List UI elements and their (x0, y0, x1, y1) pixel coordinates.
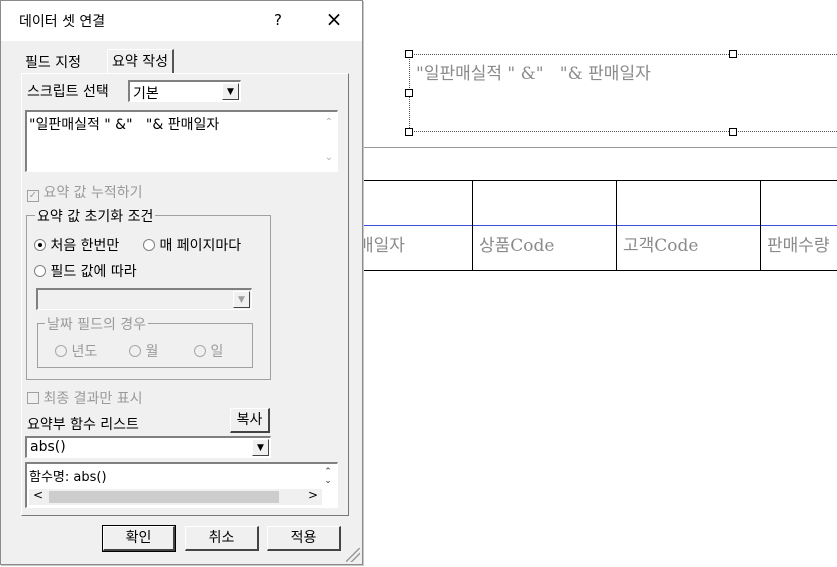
horizontal-scrollbar[interactable]: < > (29, 488, 322, 505)
radio-month-label: 월 (145, 344, 159, 360)
resize-handle-bottom-left[interactable] (405, 128, 413, 136)
script-select-value: 기본 (133, 86, 159, 102)
help-button[interactable]: ? (271, 11, 285, 29)
scrollbar-thumb[interactable] (49, 491, 279, 503)
dataset-link-dialog: 데이터 셋 연결 ? × 필드 지정 요약 작성 스크립트 선택 기본 ▼ "일… (0, 0, 363, 565)
chevron-down-icon[interactable]: ▼ (233, 291, 250, 308)
resize-grip-icon[interactable] (346, 548, 360, 562)
function-select[interactable]: abs() ▼ (25, 436, 271, 458)
scroll-left-icon[interactable]: < (33, 488, 43, 502)
reset-group-title: 요약 값 초기화 조건 (35, 206, 156, 226)
script-select-label: 스크립트 선택 (27, 84, 109, 100)
radio-disabled-icon (194, 345, 206, 357)
tab-summary[interactable]: 요약 작성 (107, 49, 174, 73)
apply-button[interactable]: 적용 (267, 526, 341, 551)
dialog-titlebar[interactable]: 데이터 셋 연결 ? × (1, 1, 362, 41)
function-list-label: 요약부 함수 리스트 (27, 417, 139, 433)
tab-label: 필드 지정 (25, 55, 81, 71)
radio-first-only-label: 처음 한번만 (50, 238, 120, 254)
radio-every-page[interactable]: 매 페이지마다 (143, 235, 241, 255)
scroll-up-icon[interactable]: ⌃ (323, 117, 335, 128)
date-group-title: 날짜 필드의 경우 (45, 314, 149, 334)
radio-every-page-label: 매 페이지마다 (159, 238, 242, 254)
dialog-title: 데이터 셋 연결 (19, 14, 106, 30)
checkbox-unchecked-icon (27, 392, 39, 404)
scroll-down-icon[interactable]: ⌄ (323, 152, 335, 163)
close-button[interactable]: × (323, 7, 345, 31)
script-select[interactable]: 기본 ▼ (128, 80, 241, 102)
resize-handle-top-left[interactable] (405, 50, 413, 58)
chevron-down-icon[interactable]: ▼ (222, 83, 239, 100)
checkbox-checked-icon: ✓ (27, 190, 39, 202)
function-select-value: abs() (30, 439, 66, 455)
header-cell[interactable]: 고객Code (616, 180, 760, 271)
header-cell[interactable]: 상품Code (472, 180, 616, 271)
header-band: 매일자 상품Code 고객Code 판매수량 (352, 180, 837, 271)
resize-handle-bottom-mid[interactable] (729, 128, 737, 136)
function-info-box[interactable]: 함수명: abs() ⌃ ⌄ < > (25, 462, 338, 508)
tab-label: 요약 작성 (112, 54, 168, 70)
radio-day-label: 일 (210, 344, 224, 360)
radio-year-label: 년도 (71, 344, 98, 360)
cancel-button[interactable]: 취소 (185, 526, 259, 551)
radio-unselected-icon (143, 239, 155, 251)
radio-month[interactable]: 월 (129, 341, 158, 361)
function-info-text: 함수명: abs() (29, 470, 107, 485)
header-cell-label: 고객Code (623, 236, 699, 256)
radio-first-only[interactable]: 처음 한번만 (34, 235, 119, 255)
chevron-down-icon[interactable]: ▼ (252, 439, 269, 456)
spin-icon[interactable]: ⌃ ⌄ (322, 468, 334, 486)
scroll-right-icon[interactable]: > (308, 488, 318, 502)
resize-handle-left-mid[interactable] (405, 89, 413, 97)
radio-day[interactable]: 일 (194, 341, 223, 361)
script-text: "일판매실적 " &" "& 판매일자 (29, 117, 220, 133)
header-cell[interactable]: 판매수량 (760, 180, 837, 271)
radio-year[interactable]: 년도 (55, 341, 97, 361)
band-divider (362, 147, 837, 148)
accumulate-checkbox-label: 요약 값 누적하기 (43, 185, 143, 201)
radio-disabled-icon (55, 345, 67, 357)
radio-by-field-label: 필드 값에 따라 (50, 264, 137, 280)
final-only-checkbox[interactable]: 최종 결과만 표시 (27, 388, 143, 408)
final-only-checkbox-label: 최종 결과만 표시 (43, 391, 143, 407)
radio-disabled-icon (129, 345, 141, 357)
header-cell-label: 상품Code (479, 236, 555, 256)
summary-textbox[interactable]: "일판매실적 " &" "& 판매일자 (409, 54, 837, 132)
tab-field-assign[interactable]: 필드 지정 (21, 51, 85, 73)
radio-by-field[interactable]: 필드 값에 따라 (34, 261, 137, 281)
summary-textbox-text: "일판매실적 " &" "& 판매일자 (416, 64, 651, 84)
resize-handle-top-mid[interactable] (729, 50, 737, 58)
radio-unselected-icon (34, 265, 46, 277)
reset-field-select[interactable]: ▼ (36, 288, 252, 310)
accumulate-checkbox[interactable]: ✓ 요약 값 누적하기 (27, 182, 143, 202)
header-cell[interactable]: 매일자 (352, 180, 472, 271)
radio-selected-icon (34, 239, 46, 251)
ok-button[interactable]: 확인 (102, 525, 176, 552)
header-cell-label: 매일자 (358, 236, 405, 256)
copy-button[interactable]: 복사 (230, 408, 270, 433)
header-cell-label: 판매수량 (767, 236, 830, 256)
script-textarea[interactable]: "일판매실적 " &" "& 판매일자 ⌃ ⌄ (25, 110, 338, 172)
